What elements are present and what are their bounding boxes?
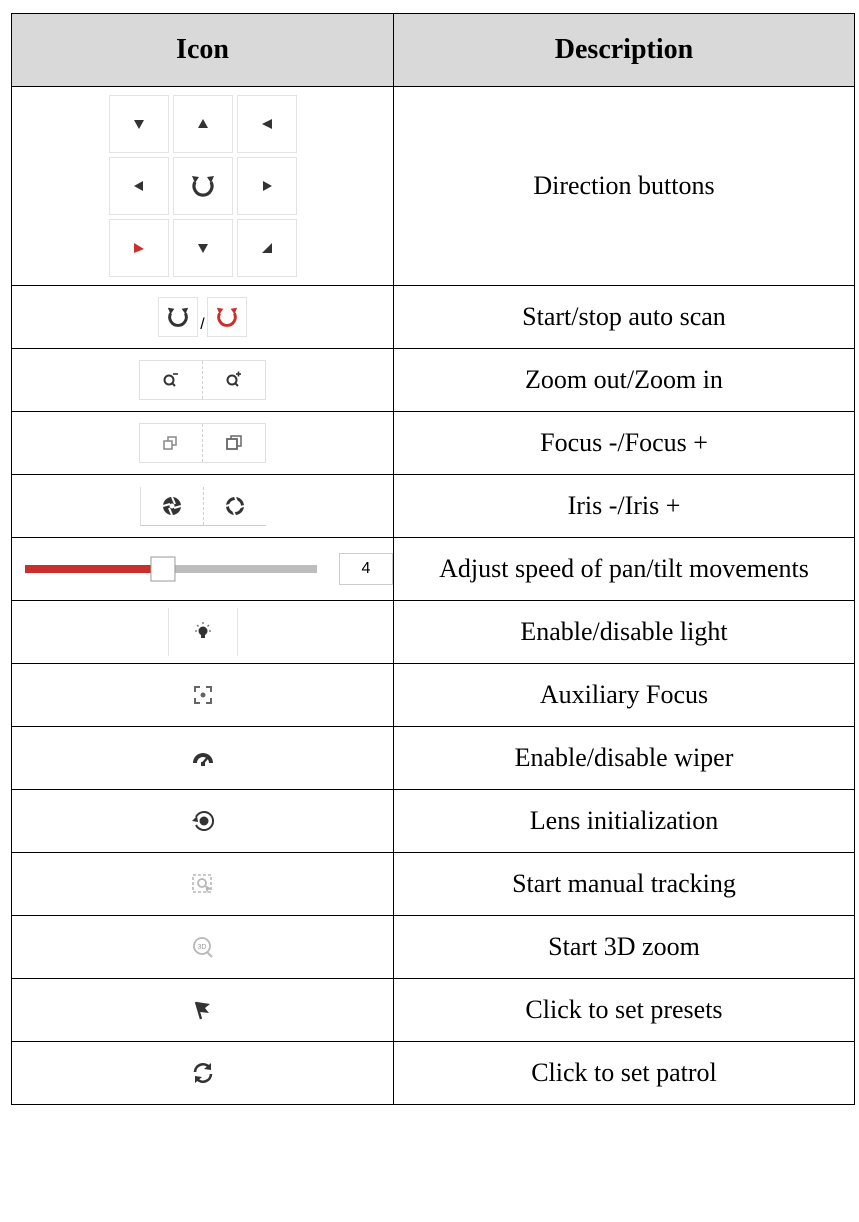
direction-up-button[interactable] (172, 95, 233, 153)
speed-slider-track[interactable] (24, 554, 317, 584)
row-description: Start/stop auto scan (393, 285, 855, 349)
table-row: Direction buttons (11, 86, 855, 286)
row-description: Focus -/Focus + (393, 411, 855, 475)
iris-plus-icon[interactable] (202, 486, 266, 525)
row-description: Enable/disable light (393, 600, 855, 664)
table-row: Click to set presets (11, 978, 855, 1042)
table-row: Auxiliary Focus (11, 663, 855, 727)
lens-init-icon[interactable] (12, 809, 393, 833)
direction-pad-icon (108, 95, 297, 277)
direction-up-right-button[interactable] (236, 95, 297, 153)
light-icon[interactable] (167, 608, 238, 656)
separator-slash: / (200, 316, 205, 333)
zoom-out-icon[interactable] (140, 361, 202, 399)
zoom-in-icon[interactable] (202, 361, 265, 399)
iris-minus-icon[interactable] (141, 487, 203, 525)
table-row: 3D Start 3D zoom (11, 915, 855, 979)
focus-icon (139, 423, 266, 463)
speed-slider-thumb[interactable] (149, 556, 175, 582)
table-row: Click to set patrol (11, 1041, 855, 1105)
iris-icon (139, 486, 266, 526)
direction-left-button[interactable] (108, 157, 169, 215)
focus-plus-icon[interactable] (202, 424, 265, 462)
row-description: Zoom out/Zoom in (393, 348, 855, 412)
speed-value-field[interactable]: 4 (339, 553, 393, 585)
direction-right-button[interactable] (236, 157, 297, 215)
ptz-icon-table: Icon Description Direction buttons / Sta… (11, 13, 855, 1105)
auto-scan-stop-icon[interactable] (206, 297, 247, 337)
row-description: Start 3D zoom (393, 915, 855, 979)
row-description: Click to set presets (393, 978, 855, 1042)
table-row: Iris -/Iris + (11, 474, 855, 538)
row-description: Click to set patrol (393, 1041, 855, 1105)
header-icon: Icon (11, 13, 394, 87)
header-description: Description (393, 13, 855, 87)
zoom-3d-icon[interactable]: 3D (12, 935, 393, 959)
direction-up-left-button[interactable] (108, 95, 169, 153)
table-row: Focus -/Focus + (11, 411, 855, 475)
zoom-3d-badge: 3D (197, 944, 206, 951)
preset-flag-icon[interactable] (12, 999, 393, 1021)
table-row: Enable/disable light (11, 600, 855, 664)
row-description: Enable/disable wiper (393, 726, 855, 790)
speed-slider: 4 (12, 553, 393, 585)
row-description: Auxiliary Focus (393, 663, 855, 727)
manual-tracking-icon[interactable] (12, 872, 393, 896)
table-row: Enable/disable wiper (11, 726, 855, 790)
table-row: Start manual tracking (11, 852, 855, 916)
auto-scan-center-button[interactable] (172, 157, 233, 215)
direction-down-right-button[interactable] (236, 219, 297, 277)
table-row: / Start/stop auto scan (11, 285, 855, 349)
speed-slider-fill (24, 565, 163, 573)
row-description: Direction buttons (393, 86, 855, 286)
wiper-icon[interactable] (12, 747, 393, 769)
table-row: 4 Adjust speed of pan/tilt movements (11, 537, 855, 601)
focus-minus-icon[interactable] (140, 424, 202, 462)
row-description: Adjust speed of pan/tilt movements (393, 537, 855, 601)
auxiliary-focus-icon[interactable] (12, 684, 393, 706)
direction-down-left-button[interactable] (108, 219, 169, 277)
table-row: Lens initialization (11, 789, 855, 853)
patrol-icon[interactable] (12, 1061, 393, 1085)
row-description: Lens initialization (393, 789, 855, 853)
table-row: Zoom out/Zoom in (11, 348, 855, 412)
row-description: Start manual tracking (393, 852, 855, 916)
auto-scan-start-icon[interactable] (158, 297, 199, 337)
zoom-icon (139, 360, 266, 400)
row-description: Iris -/Iris + (393, 474, 855, 538)
direction-down-button[interactable] (172, 219, 233, 277)
